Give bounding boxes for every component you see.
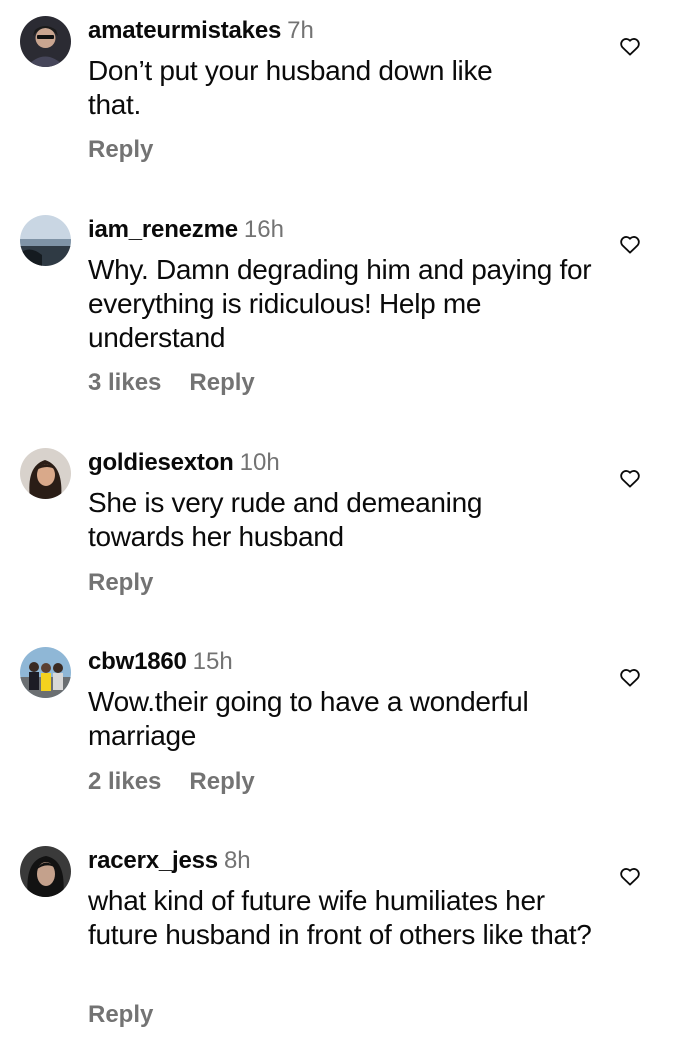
comment-timestamp: 7h [287, 17, 314, 44]
heart-outline-icon[interactable] [619, 866, 641, 886]
user-avatar-icon[interactable] [20, 215, 71, 266]
comment-username[interactable]: iam_renezme [88, 216, 238, 243]
comment-username[interactable]: racerx_jess [88, 847, 218, 874]
comment-text: Wow.their going to have a wonderful marr… [88, 686, 529, 751]
reply-button[interactable]: Reply [88, 569, 153, 596]
heart-outline-icon[interactable] [619, 234, 641, 254]
likes-count[interactable]: 3 likes [88, 369, 161, 396]
comment-item: cbw1860 15h Wow.their going to have a won… [0, 647, 680, 817]
comment-item: amateurmistakes 7h Don’t put your husband… [0, 16, 680, 186]
comment-actions: Reply [88, 568, 153, 598]
heart-outline-icon[interactable] [619, 36, 641, 56]
reply-button[interactable]: Reply [88, 136, 153, 163]
comment-actions: 3 likes Reply [88, 368, 255, 398]
comment-header: racerx_jess 8h [88, 846, 251, 876]
comment-username[interactable]: goldiesexton [88, 449, 234, 476]
user-avatar-icon[interactable] [20, 16, 71, 67]
comment-actions: Reply [88, 135, 153, 165]
user-avatar-icon[interactable] [20, 448, 71, 499]
comment-timestamp: 10h [239, 449, 280, 476]
comment-item: goldiesexton 10h She is very rude and dem… [0, 448, 680, 618]
comment-username[interactable]: cbw1860 [88, 648, 187, 675]
user-avatar-icon[interactable] [20, 647, 71, 698]
comment-actions: 2 likes Reply [88, 767, 255, 797]
heart-outline-icon[interactable] [619, 468, 641, 488]
comment-header: amateurmistakes 7h [88, 16, 314, 46]
comment-header: goldiesexton 10h [88, 448, 280, 478]
comment-timestamp: 16h [243, 216, 284, 243]
comment-text: what kind of future wife humiliates her … [88, 885, 592, 950]
reply-button[interactable]: Reply [189, 768, 254, 795]
likes-count[interactable]: 2 likes [88, 768, 161, 795]
comment-text: She is very rude and demeaning towards h… [88, 487, 483, 552]
comment-header: cbw1860 15h [88, 647, 233, 677]
comment-text: Why. Damn degrading him and paying for e… [88, 254, 592, 353]
comment-item: iam_renezme 16h Why. Damn degrading him a… [0, 215, 680, 415]
heart-outline-icon[interactable] [619, 667, 641, 687]
comment-actions: Reply [88, 1000, 153, 1030]
comment-header: iam_renezme 16h [88, 215, 284, 245]
comment-timestamp: 15h [192, 648, 233, 675]
comment-username[interactable]: amateurmistakes [88, 17, 281, 44]
user-avatar-icon[interactable] [20, 846, 71, 897]
comment-timestamp: 8h [223, 847, 251, 874]
comment-text: Don’t put your husband down like that. [88, 55, 493, 120]
comment-item: racerx_jess 8h what kind of future wife h… [0, 846, 680, 1046]
reply-button[interactable]: Reply [189, 369, 254, 396]
reply-button[interactable]: Reply [88, 1001, 153, 1028]
